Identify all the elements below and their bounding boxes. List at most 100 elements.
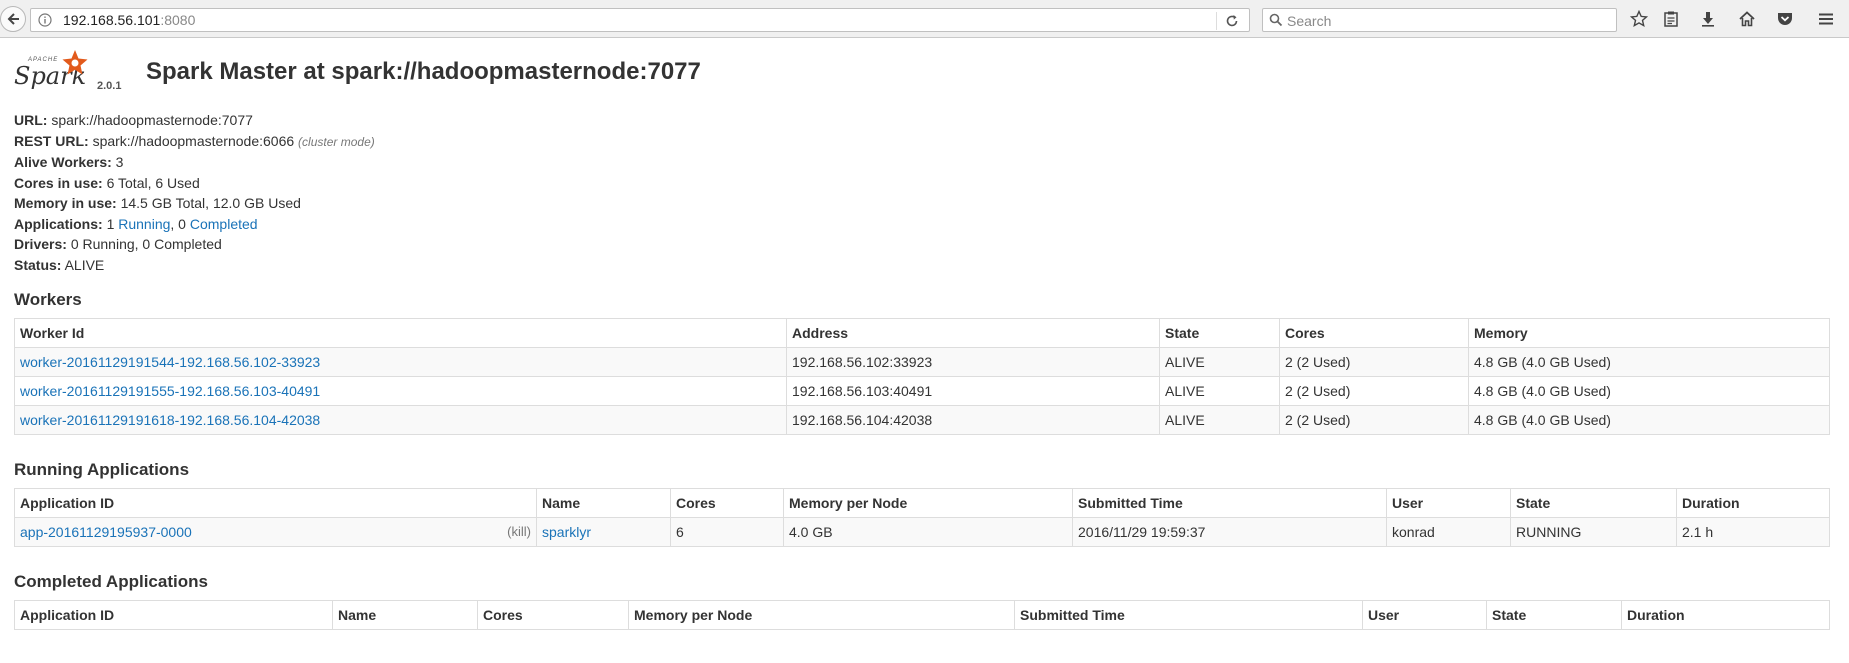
worker-link[interactable]: worker-20161129191618-192.168.56.104-420… <box>20 412 320 428</box>
page-title: Spark Master at spark://hadoopmasternode… <box>146 58 701 85</box>
col-application-id[interactable]: Application ID <box>14 488 537 518</box>
home-button[interactable] <box>1736 8 1758 30</box>
worker-address: 192.168.56.103:40491 <box>786 376 1160 406</box>
col-user[interactable]: User <box>1386 488 1511 518</box>
col-address[interactable]: Address <box>786 318 1160 348</box>
col-submitted-time[interactable]: Submitted Time <box>1072 488 1387 518</box>
worker-memory: 4.8 GB (4.0 GB Used) <box>1468 405 1830 435</box>
summary-cores: Cores in use: 6 Total, 6 Used <box>14 174 200 191</box>
hamburger-menu-icon <box>1819 13 1833 25</box>
col-memory-per-node[interactable]: Memory per Node <box>628 600 1015 630</box>
summary-alive-workers: Alive Workers: 3 <box>14 154 124 170</box>
col-memory-per-node[interactable]: Memory per Node <box>783 488 1073 518</box>
spark-star-icon <box>62 50 88 75</box>
spark-version: 2.0.1 <box>97 80 122 92</box>
summary-memory: Memory in use: 14.5 GB Total, 12.0 GB Us… <box>14 195 301 211</box>
pocket-icon <box>1778 13 1792 25</box>
app-memory-per-node: 4.0 GB <box>783 517 1073 547</box>
reload-icon <box>1226 15 1238 27</box>
table-row: worker-20161129191544-192.168.56.102-339… <box>14 347 1830 377</box>
col-state[interactable]: State <box>1159 318 1280 348</box>
url-port: :8080 <box>160 12 196 28</box>
worker-cores: 2 (2 Used) <box>1279 376 1469 406</box>
star-icon <box>1630 10 1648 28</box>
col-duration[interactable]: Duration <box>1621 600 1830 630</box>
rest-url: spark://hadoopmasternode:6066 <box>92 132 295 149</box>
col-name[interactable]: Name <box>332 600 478 630</box>
workers-header-row: Worker Id Address State Cores Memory <box>14 318 1830 348</box>
app-submitted-time: 2016/11/29 19:59:37 <box>1072 517 1387 547</box>
col-cores[interactable]: Cores <box>477 600 629 630</box>
worker-link[interactable]: worker-20161129191555-192.168.56.103-404… <box>20 383 320 399</box>
worker-cores: 2 (2 Used) <box>1279 405 1469 435</box>
workers-heading[interactable]: Workers <box>14 290 1829 310</box>
completed-apps-link[interactable]: Completed <box>190 216 258 232</box>
worker-link[interactable]: worker-20161129191544-192.168.56.102-339… <box>20 354 320 370</box>
reload-button[interactable] <box>1216 12 1243 30</box>
col-name[interactable]: Name <box>536 488 671 518</box>
pocket-button[interactable] <box>1774 8 1796 30</box>
downloads-button[interactable] <box>1697 8 1719 30</box>
app-duration: 2.1 h <box>1676 517 1830 547</box>
completed-apps-table: Application ID Name Cores Memory per Nod… <box>14 600 1830 630</box>
app-user: konrad <box>1386 517 1511 547</box>
address-bar[interactable]: 192.168.56.101:8080 <box>30 8 1250 32</box>
status-value: ALIVE <box>64 256 105 273</box>
worker-memory: 4.8 GB (4.0 GB Used) <box>1468 347 1830 377</box>
worker-state: ALIVE <box>1159 347 1280 377</box>
clipboard-icon <box>1664 11 1678 27</box>
running-apps-heading[interactable]: Running Applications <box>14 460 1829 480</box>
col-submitted-time[interactable]: Submitted Time <box>1014 600 1363 630</box>
cluster-mode-note: (cluster mode) <box>298 134 375 149</box>
worker-memory: 4.8 GB (4.0 GB Used) <box>1468 376 1830 406</box>
summary-rest-url: REST URL: spark://hadoopmasternode:6066 … <box>14 132 375 149</box>
completed-header-row: Application ID Name Cores Memory per Nod… <box>14 600 1830 630</box>
table-row: worker-20161129191555-192.168.56.103-404… <box>14 376 1830 406</box>
completed-apps-heading[interactable]: Completed Applications <box>14 572 1829 592</box>
home-icon <box>1739 11 1755 27</box>
running-header-row: Application ID Name Cores Memory per Nod… <box>14 488 1830 518</box>
search-icon <box>1269 13 1283 27</box>
page-content: APACHE Spark 2.0.1 Spark Master at spark… <box>14 38 1830 630</box>
summary-status: Status: ALIVE <box>14 256 105 273</box>
spark-logo[interactable]: APACHE Spark 2.0.1 <box>14 50 124 100</box>
menu-button[interactable] <box>1815 8 1837 30</box>
col-state[interactable]: State <box>1510 488 1677 518</box>
app-state: RUNNING <box>1510 517 1677 547</box>
reading-list-button[interactable] <box>1660 8 1682 30</box>
worker-state: ALIVE <box>1159 376 1280 406</box>
url-host: 192.168.56.101 <box>63 12 161 28</box>
browser-toolbar: 192.168.56.101:8080 <box>0 0 1849 38</box>
col-duration[interactable]: Duration <box>1676 488 1830 518</box>
worker-state: ALIVE <box>1159 405 1280 435</box>
search-input[interactable] <box>1285 11 1609 31</box>
bookmark-star-button[interactable] <box>1628 8 1650 30</box>
kill-app-link[interactable]: (kill) <box>507 524 531 539</box>
col-cores[interactable]: Cores <box>670 488 784 518</box>
app-id-link[interactable]: app-20161129195937-0000 <box>20 524 192 540</box>
download-arrow-icon <box>1702 12 1714 27</box>
worker-address: 192.168.56.102:33923 <box>786 347 1160 377</box>
info-icon[interactable] <box>38 13 52 27</box>
running-apps-link[interactable]: Running <box>118 216 170 232</box>
worker-cores: 2 (2 Used) <box>1279 347 1469 377</box>
cluster-summary: URL: spark://hadoopmasternode:7077 REST … <box>14 110 1829 275</box>
summary-drivers: Drivers: 0 Running, 0 Completed <box>14 236 222 252</box>
back-arrow-icon <box>7 13 19 25</box>
table-row: app-20161129195937-0000 (kill) sparklyr 6… <box>14 517 1830 547</box>
summary-applications: Applications: 1 Running, 0 Completed <box>14 215 258 232</box>
col-memory[interactable]: Memory <box>1468 318 1830 348</box>
page-header: APACHE Spark 2.0.1 Spark Master at spark… <box>14 38 1829 108</box>
app-name-link[interactable]: sparklyr <box>542 524 591 540</box>
back-button[interactable] <box>0 6 26 32</box>
master-url: spark://hadoopmasternode:7077 <box>51 112 253 128</box>
search-bar[interactable] <box>1262 8 1617 32</box>
col-user[interactable]: User <box>1362 600 1487 630</box>
col-cores[interactable]: Cores <box>1279 318 1469 348</box>
table-row: worker-20161129191618-192.168.56.104-420… <box>14 405 1830 435</box>
workers-table: Worker Id Address State Cores Memory wor… <box>14 318 1830 435</box>
running-apps-table: Application ID Name Cores Memory per Nod… <box>14 488 1830 547</box>
col-worker-id[interactable]: Worker Id <box>14 318 787 348</box>
col-state[interactable]: State <box>1486 600 1622 630</box>
col-application-id[interactable]: Application ID <box>14 600 333 630</box>
